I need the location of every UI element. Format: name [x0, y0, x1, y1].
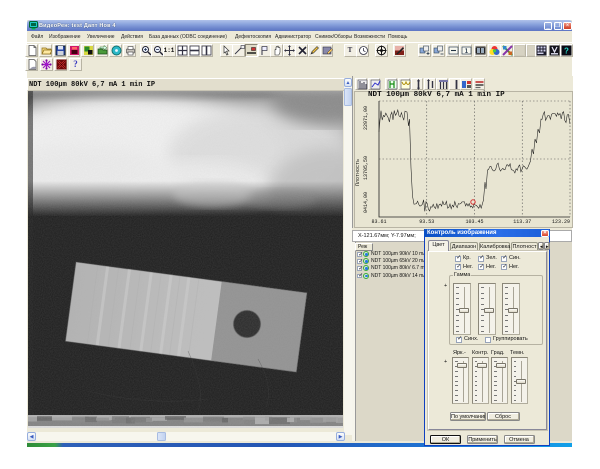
svg-text:?: ?	[564, 47, 569, 56]
